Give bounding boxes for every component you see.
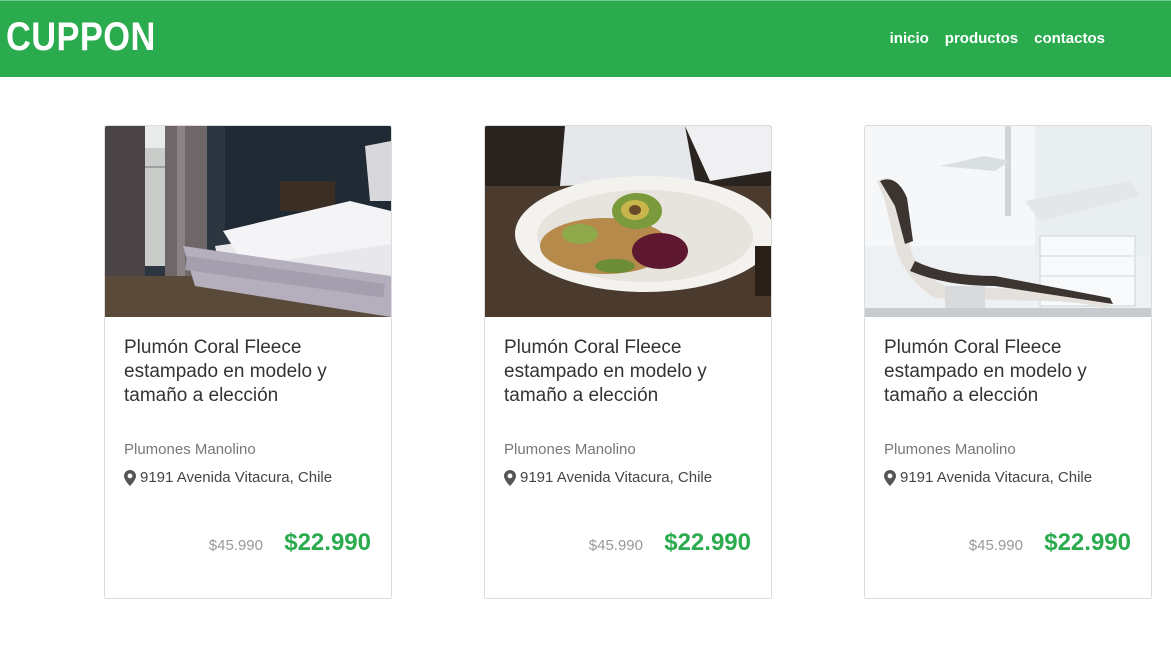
nav-link-inicio[interactable]: inicio (890, 30, 929, 47)
product-vendor: Plumones Manolino (884, 441, 1016, 458)
product-title[interactable]: Plumón Coral Fleece estampado en modelo … (884, 336, 1139, 408)
product-title[interactable]: Plumón Coral Fleece estampado en modelo … (504, 336, 759, 408)
address-text: 9191 Avenida Vitacura, Chile (520, 469, 713, 486)
map-marker-icon (504, 469, 516, 486)
original-price: $45.990 (208, 537, 263, 554)
original-price: $45.990 (968, 537, 1023, 554)
original-price: $45.990 (588, 537, 643, 554)
product-address: 9191 Avenida Vitacura, Chile (504, 469, 712, 486)
address-text: 9191 Avenida Vitacura, Chile (900, 469, 1093, 486)
map-marker-icon (884, 469, 896, 486)
salad-plate-photo[interactable] (485, 126, 771, 317)
product-card[interactable]: Plumón Coral Fleece estampado en modelo … (484, 125, 772, 599)
nav-link-productos[interactable]: productos (945, 30, 1018, 47)
product-vendor: Plumones Manolino (124, 441, 256, 458)
main-nav: inicio productos contactos (874, 30, 1105, 47)
product-title[interactable]: Plumón Coral Fleece estampado en modelo … (124, 336, 379, 408)
nav-link-contactos[interactable]: contactos (1034, 30, 1105, 47)
product-address: 9191 Avenida Vitacura, Chile (124, 469, 332, 486)
map-marker-icon (124, 469, 136, 486)
top-navbar: CUPPON inicio productos contactos (0, 0, 1171, 77)
product-card[interactable]: Plumón Coral Fleece estampado en modelo … (104, 125, 392, 599)
dental-chair-photo[interactable] (865, 126, 1151, 317)
product-card[interactable]: Plumón Coral Fleece estampado en modelo … (864, 125, 1152, 599)
brand-logo[interactable]: CUPPON (6, 15, 156, 60)
address-text: 9191 Avenida Vitacura, Chile (140, 469, 333, 486)
product-vendor: Plumones Manolino (504, 441, 636, 458)
discount-price: $22.990 (664, 529, 751, 556)
product-address: 9191 Avenida Vitacura, Chile (884, 469, 1092, 486)
bedroom-bed-photo[interactable] (105, 126, 391, 317)
discount-price: $22.990 (1044, 529, 1131, 556)
discount-price: $22.990 (284, 529, 371, 556)
